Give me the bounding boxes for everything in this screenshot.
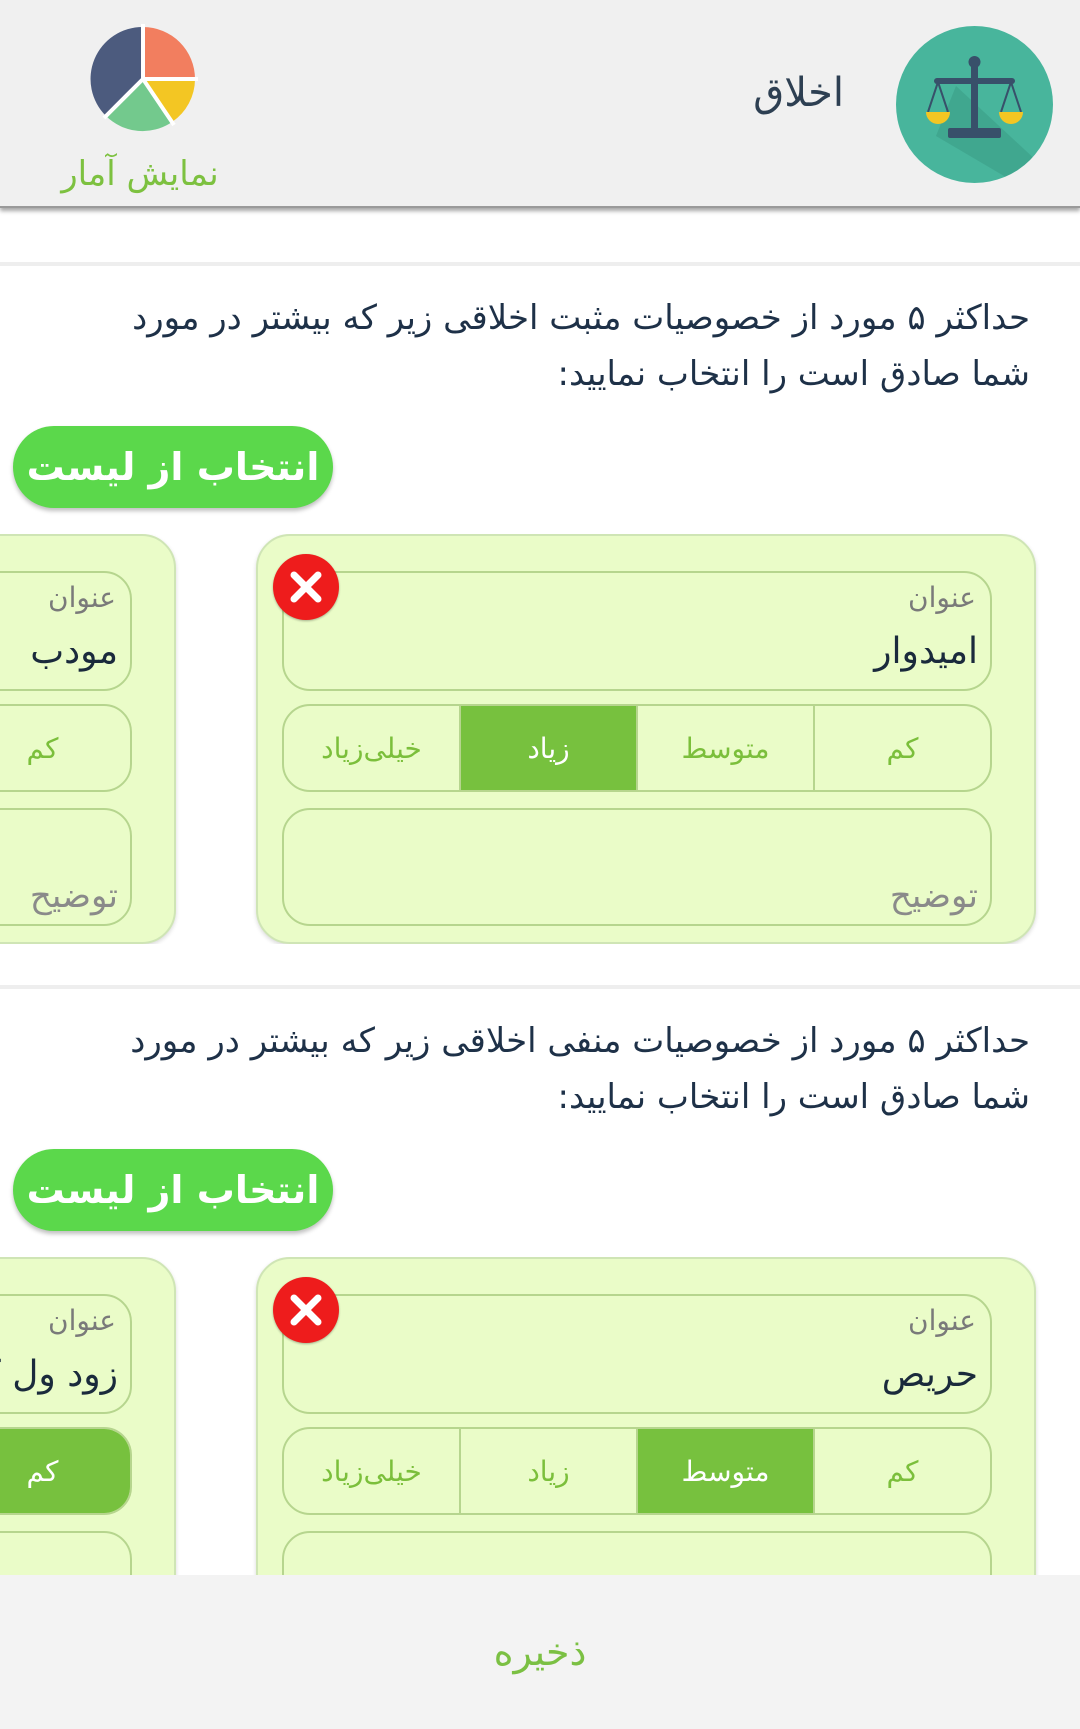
title-field-value: امیدوار: [874, 631, 978, 672]
show-stats-button[interactable]: نمایش آمار: [40, 18, 240, 194]
title-field-label: عنوان: [48, 1304, 116, 1337]
level-option-high[interactable]: زیاد: [459, 1429, 636, 1513]
pick-from-list-button[interactable]: انتخاب از لیست: [13, 426, 333, 508]
remove-trait-button[interactable]: [273, 1277, 339, 1343]
positive-traits-section: حداکثر ۵ مورد از خصوصیات مثبت اخلاقی زیر…: [0, 262, 1080, 982]
level-selector: کم متوسط زیاد خیلی‌زیاد: [0, 1427, 132, 1515]
positive-instruction: حداکثر ۵ مورد از خصوصیات مثبت اخلاقی زیر…: [132, 298, 1030, 394]
title-field-label: عنوان: [48, 581, 116, 614]
remove-trait-button[interactable]: [273, 554, 339, 620]
level-option-medium[interactable]: متوسط: [636, 1429, 813, 1513]
negative-instruction: حداکثر ۵ مورد از خصوصیات منفی اخلاقی زیر…: [130, 1021, 1030, 1117]
description-field[interactable]: توضیح: [0, 808, 132, 926]
title-field[interactable]: عنوان حریص: [282, 1294, 992, 1414]
level-option-very-high[interactable]: خیلی‌زیاد: [284, 1429, 459, 1513]
level-selector: کم متوسط زیاد خیلی‌زیاد: [0, 704, 132, 792]
show-stats-label: نمایش آمار: [61, 154, 219, 194]
level-option-medium[interactable]: متوسط: [636, 706, 813, 790]
title-field[interactable]: عنوان مودب: [0, 571, 132, 691]
level-option-low[interactable]: کم: [813, 1429, 990, 1513]
close-icon: [290, 571, 322, 603]
title-field-value: حریص: [881, 1354, 978, 1395]
pick-from-list-button[interactable]: انتخاب از لیست: [13, 1149, 333, 1231]
page-title: اخلاق: [753, 70, 844, 116]
description-field[interactable]: توضیح: [282, 808, 992, 926]
positive-cards-carousel[interactable]: عنوان امیدوار کم متوسط زیاد خیلی‌زیاد تو…: [0, 534, 1080, 944]
pie-chart-icon: [90, 24, 198, 132]
description-placeholder: توضیح: [29, 876, 118, 916]
title-field[interactable]: عنوان امیدوار: [282, 571, 992, 691]
app-header: اخلاق نمایش آمار: [0, 0, 1080, 208]
level-option-very-high[interactable]: خیلی‌زیاد: [284, 706, 459, 790]
title-field-label: عنوان: [908, 1304, 976, 1337]
level-selector: کم متوسط زیاد خیلی‌زیاد: [282, 1427, 992, 1515]
level-option-high[interactable]: زیاد: [459, 706, 636, 790]
trait-card: عنوان مودب کم متوسط زیاد خیلی‌زیاد توضیح: [0, 534, 176, 944]
title-field-value: زود ول کن: [0, 1354, 118, 1395]
close-icon: [290, 1294, 322, 1326]
level-option-low[interactable]: کم: [813, 706, 990, 790]
level-selector: کم متوسط زیاد خیلی‌زیاد: [282, 704, 992, 792]
bottom-bar: ذخیره: [0, 1575, 1080, 1729]
title-field-label: عنوان: [908, 581, 976, 614]
title-field[interactable]: عنوان زود ول کن: [0, 1294, 132, 1414]
trait-card: عنوان امیدوار کم متوسط زیاد خیلی‌زیاد تو…: [256, 534, 1036, 944]
level-option-low[interactable]: کم: [0, 706, 130, 790]
description-placeholder: توضیح: [889, 876, 978, 916]
title-field-value: مودب: [30, 631, 118, 672]
save-button[interactable]: ذخیره: [464, 1620, 617, 1684]
scales-icon: [896, 26, 1053, 183]
level-option-low[interactable]: کم: [0, 1429, 130, 1513]
